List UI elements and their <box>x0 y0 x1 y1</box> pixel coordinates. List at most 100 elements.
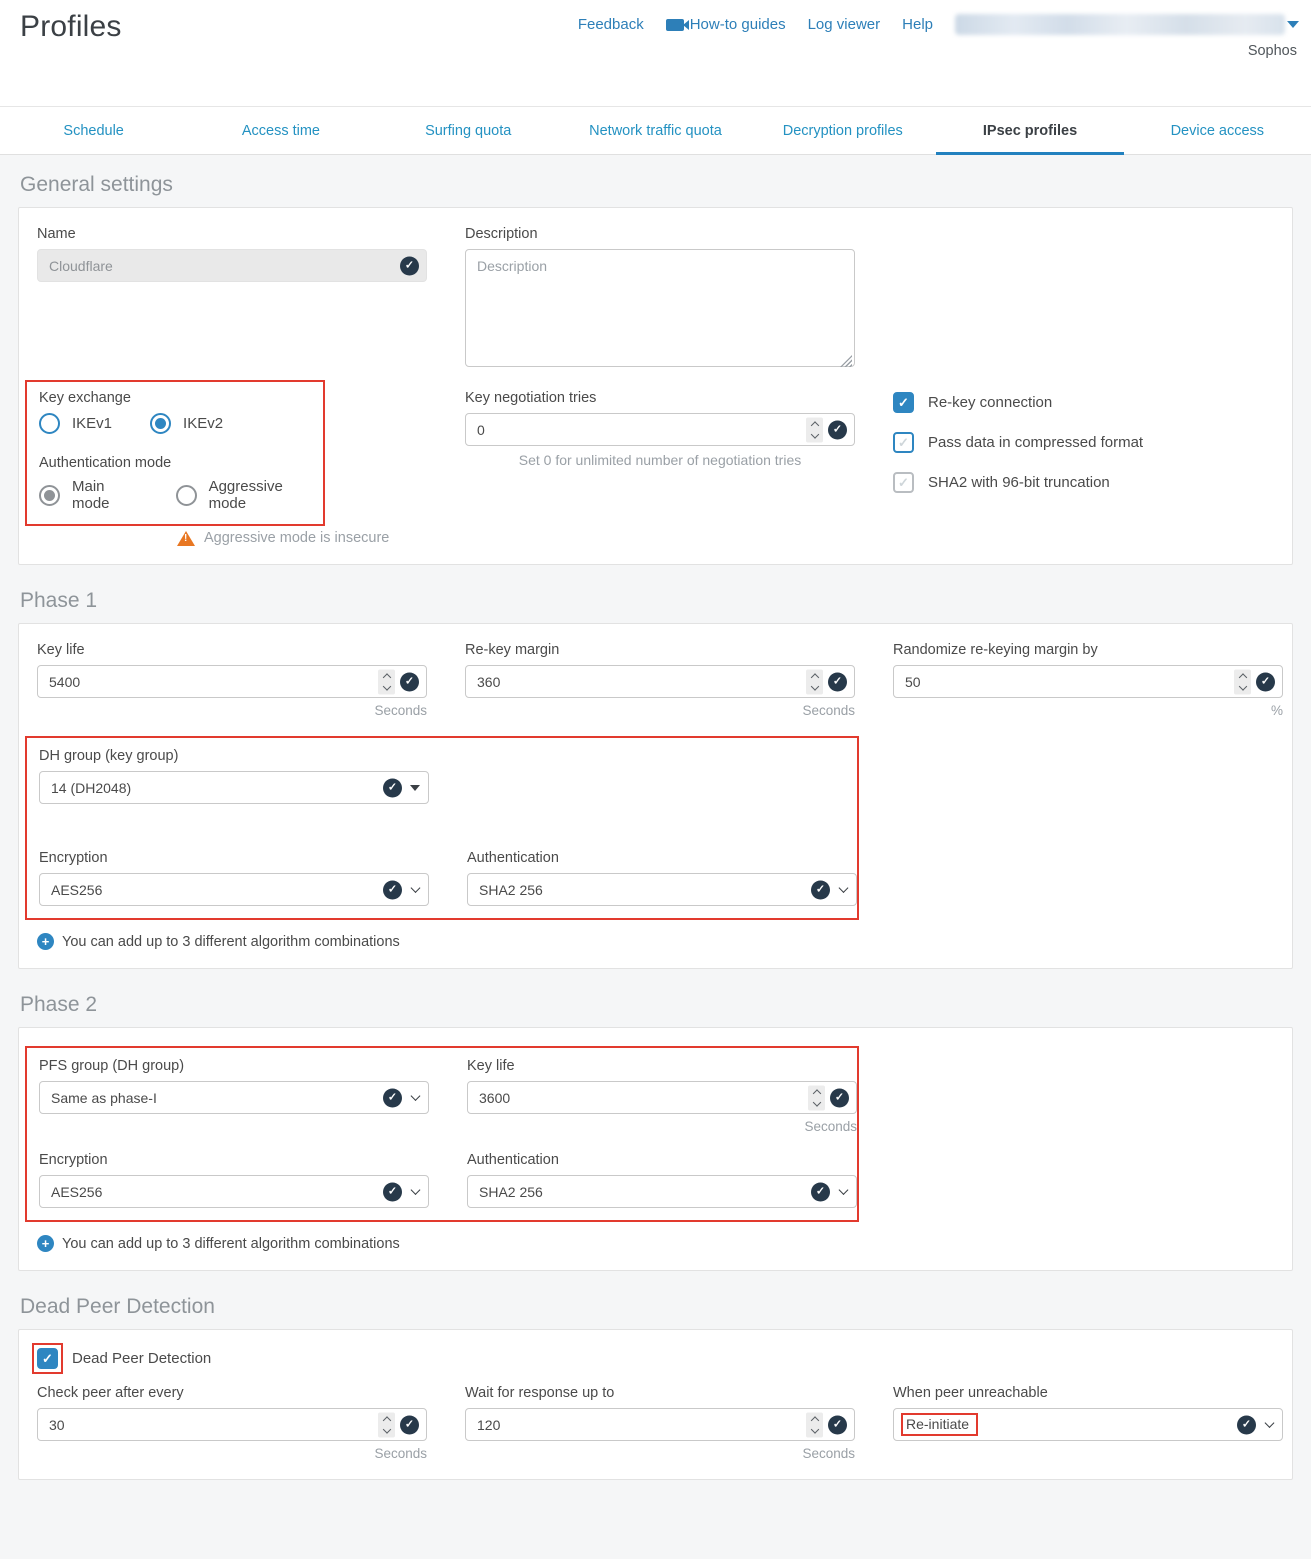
help-link[interactable]: Help <box>902 16 933 33</box>
p1-add-note: You can add up to 3 different algorithm … <box>62 934 400 950</box>
chevron-down-icon <box>839 883 849 893</box>
general-settings-card: Name ✓ Description Key exchange <box>18 207 1293 565</box>
p2-pfs-group-label: PFS group (DH group) <box>39 1058 429 1074</box>
valid-check-icon: ✓ <box>383 778 402 797</box>
key-negotiation-label: Key negotiation tries <box>465 390 855 406</box>
number-stepper[interactable] <box>808 1085 825 1110</box>
p1-encryption-label: Encryption <box>39 850 429 866</box>
add-circle-icon[interactable]: + <box>37 1235 54 1252</box>
compressed-format-label: Pass data in compressed format <box>928 434 1143 451</box>
phase1-card: Key life ✓ Seconds Re-key margin ✓ Secon… <box>18 623 1293 969</box>
compressed-format-checkbox[interactable]: ✓ <box>893 432 914 453</box>
p1-authentication-label: Authentication <box>467 850 857 866</box>
p1-authentication-value: SHA2 256 <box>479 882 543 898</box>
valid-check-icon: ✓ <box>400 256 419 275</box>
tab-access-time[interactable]: Access time <box>187 107 374 154</box>
add-circle-icon[interactable]: + <box>37 933 54 950</box>
tab-decryption-profiles[interactable]: Decryption profiles <box>749 107 936 154</box>
ikev1-label: IKEv1 <box>72 415 112 432</box>
rekey-connection-checkbox[interactable]: ✓ <box>893 392 914 413</box>
p2-encryption-value: AES256 <box>51 1184 102 1200</box>
p2-encryption-select[interactable]: AES256 ✓ <box>39 1175 429 1208</box>
p2-key-life-unit: Seconds <box>467 1119 857 1134</box>
dpd-checkbox-annotation-box: ✓ <box>32 1343 63 1374</box>
p1-dh-group-value: 14 (DH2048) <box>51 780 131 796</box>
valid-check-icon: ✓ <box>811 880 830 899</box>
tab-device-access[interactable]: Device access <box>1124 107 1311 154</box>
chevron-down-icon <box>1265 1418 1275 1428</box>
dpd-check-peer-label: Check peer after every <box>37 1385 427 1401</box>
valid-check-icon: ✓ <box>1256 672 1275 691</box>
main-content: General settings Name ✓ Description <box>0 155 1311 1559</box>
number-stepper[interactable] <box>378 1412 395 1437</box>
warning-icon <box>177 531 195 546</box>
name-field <box>37 249 427 282</box>
p1-encryption-select[interactable]: AES256 ✓ <box>39 873 429 906</box>
number-stepper[interactable] <box>806 1412 823 1437</box>
key-negotiation-help: Set 0 for unlimited number of negotiatio… <box>465 452 855 468</box>
number-stepper[interactable] <box>1234 669 1251 694</box>
p2-authentication-value: SHA2 256 <box>479 1184 543 1200</box>
valid-check-icon: ✓ <box>383 1088 402 1107</box>
p2-add-note: You can add up to 3 different algorithm … <box>62 1236 400 1252</box>
log-viewer-link[interactable]: Log viewer <box>808 16 881 33</box>
ikev1-radio[interactable] <box>39 413 60 434</box>
p1-key-life-field[interactable] <box>37 665 427 698</box>
number-stepper[interactable] <box>806 669 823 694</box>
number-stepper[interactable] <box>806 417 823 442</box>
help-label: Help <box>902 16 933 33</box>
dpd-unreachable-value: Re-initiate <box>906 1416 969 1432</box>
valid-check-icon: ✓ <box>828 672 847 691</box>
p1-randomize-field[interactable] <box>893 665 1283 698</box>
dpd-unreachable-label: When peer unreachable <box>893 1385 1283 1401</box>
description-field[interactable] <box>465 249 855 367</box>
dpd-enable-checkbox[interactable]: ✓ <box>37 1348 58 1369</box>
p1-key-life-label: Key life <box>37 642 427 658</box>
p2-authentication-select[interactable]: SHA2 256 ✓ <box>467 1175 857 1208</box>
ikev2-radio[interactable] <box>150 413 171 434</box>
phase1-heading: Phase 1 <box>20 589 1291 613</box>
video-camera-icon <box>666 19 684 31</box>
tab-network-traffic-quota[interactable]: Network traffic quota <box>562 107 749 154</box>
p1-dh-group-select[interactable]: 14 (DH2048) ✓ <box>39 771 429 804</box>
sha2-truncation-checkbox[interactable]: ✓ <box>893 472 914 493</box>
dpd-check-peer-field[interactable] <box>37 1408 427 1441</box>
tab-ipsec-profiles[interactable]: IPsec profiles <box>936 107 1123 154</box>
phase2-algorithms-annotation-box: PFS group (DH group) Same as phase-I ✓ K… <box>25 1046 859 1222</box>
dropdown-caret-icon <box>410 785 420 791</box>
dpd-heading: Dead Peer Detection <box>20 1295 1291 1319</box>
p2-key-life-label: Key life <box>467 1058 857 1074</box>
feedback-link[interactable]: Feedback <box>578 16 644 33</box>
device-selector[interactable] <box>955 14 1299 35</box>
p2-key-life-field[interactable] <box>467 1081 857 1114</box>
ikev2-label: IKEv2 <box>183 415 223 432</box>
general-settings-heading: General settings <box>20 173 1291 197</box>
key-negotiation-field[interactable] <box>465 413 855 446</box>
aggressive-mode-radio[interactable] <box>176 485 197 506</box>
p2-pfs-group-value: Same as phase-I <box>51 1090 157 1106</box>
brand-label: Sophos <box>1248 43 1297 59</box>
dpd-wait-label: Wait for response up to <box>465 1385 855 1401</box>
p1-dh-group-label: DH group (key group) <box>39 748 429 764</box>
phase2-heading: Phase 2 <box>20 993 1291 1017</box>
tab-surfing-quota[interactable]: Surfing quota <box>375 107 562 154</box>
main-mode-label: Main mode <box>72 478 138 512</box>
valid-check-icon: ✓ <box>828 1415 847 1434</box>
tab-schedule[interactable]: Schedule <box>0 107 187 154</box>
phase1-algorithms-annotation-box: DH group (key group) 14 (DH2048) ✓ Encry… <box>25 736 859 920</box>
number-stepper[interactable] <box>378 669 395 694</box>
p1-authentication-select[interactable]: SHA2 256 ✓ <box>467 873 857 906</box>
dpd-unreachable-annotation-box: Re-initiate <box>901 1413 978 1436</box>
valid-check-icon: ✓ <box>400 1415 419 1434</box>
howto-guides-link[interactable]: How-to guides <box>666 16 786 33</box>
rekey-connection-label: Re-key connection <box>928 394 1052 411</box>
key-exchange-annotation-box: Key exchange IKEv1 IKEv2 Authentication … <box>25 380 325 526</box>
main-mode-radio[interactable] <box>39 485 60 506</box>
p2-pfs-group-select[interactable]: Same as phase-I ✓ <box>39 1081 429 1114</box>
feedback-label: Feedback <box>578 16 644 33</box>
p1-randomize-unit: % <box>893 703 1283 718</box>
chevron-down-icon <box>1287 21 1299 28</box>
p1-rekey-margin-field[interactable] <box>465 665 855 698</box>
dpd-unreachable-select[interactable]: Re-initiate ✓ <box>893 1408 1283 1441</box>
dpd-wait-field[interactable] <box>465 1408 855 1441</box>
